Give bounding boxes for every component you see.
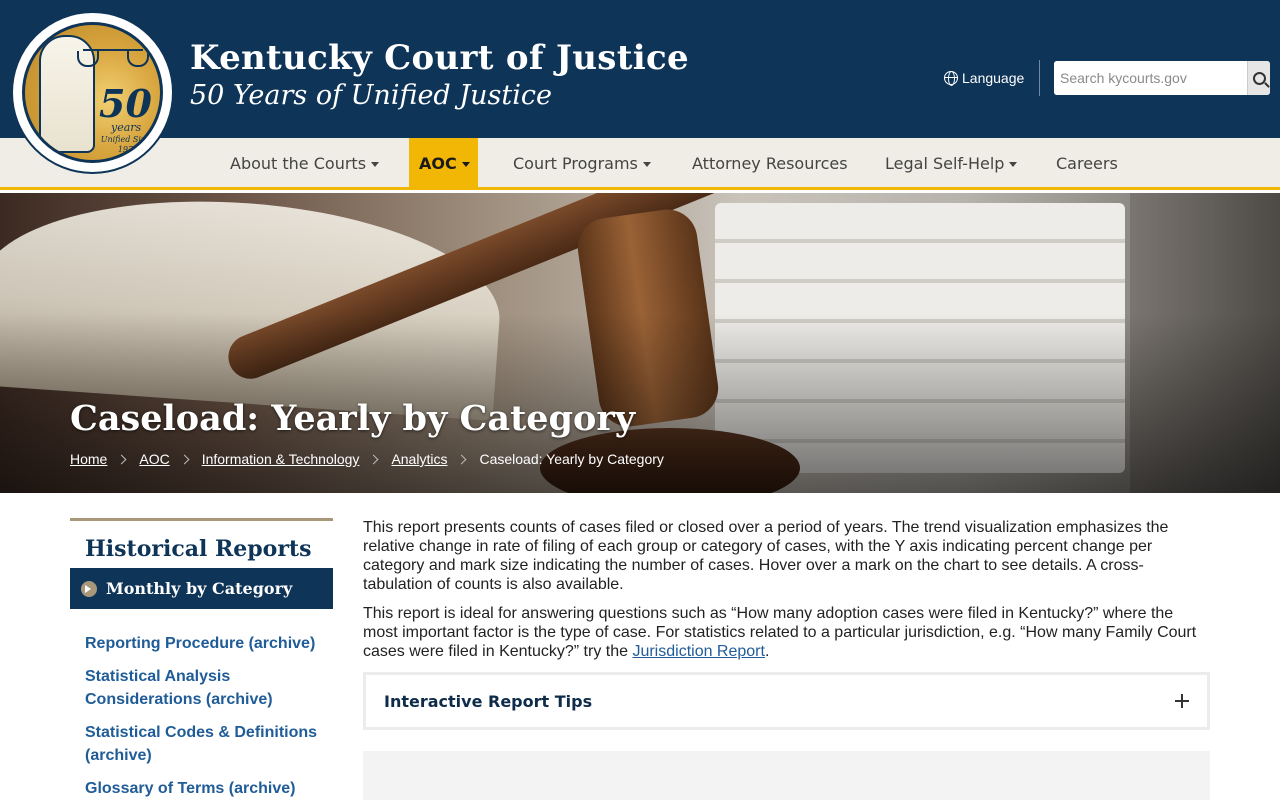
breadcrumb-information-technology[interactable]: Information & Technology	[202, 451, 360, 467]
search-button[interactable]	[1247, 61, 1270, 95]
chevron-right-icon	[116, 454, 127, 464]
caret-down-icon	[371, 162, 380, 167]
sidebar-link-statistical-codes[interactable]: Statistical Codes & Definitions (archive…	[70, 721, 320, 767]
sidebar-rule	[70, 518, 333, 521]
sidebar-item-monthly-by-category[interactable]: Monthly by Category	[70, 568, 333, 609]
jurisdiction-report-link[interactable]: Jurisdiction Report	[632, 643, 765, 660]
sidebar-heading: Historical Reports	[85, 536, 312, 562]
caret-down-icon	[642, 162, 651, 167]
main-nav: About the Courts AOC Court Programs Atto…	[0, 138, 1280, 190]
nav-court-programs[interactable]: Court Programs	[503, 138, 661, 190]
sidebar-link-glossary[interactable]: Glossary of Terms (archive)	[70, 777, 333, 800]
sidebar-item-label: Monthly by Category	[106, 579, 293, 598]
accordion-title: Interactive Report Tips	[384, 691, 593, 711]
sidebar: Historical Reports Monthly by Category R…	[70, 518, 333, 800]
site-header: Kentucky Court of Justice 50 Years of Un…	[0, 0, 1280, 138]
chevron-right-icon	[179, 454, 190, 464]
caret-down-icon	[461, 162, 470, 167]
breadcrumb: Home AOC Information & Technology Analyt…	[70, 451, 664, 467]
search-input[interactable]	[1054, 61, 1247, 95]
nav-legal-self-help[interactable]: Legal Self-Help	[875, 138, 1027, 190]
breadcrumb-analytics[interactable]: Analytics	[391, 451, 447, 467]
site-subtitle: 50 Years of Unified Justice	[190, 80, 552, 111]
page-title: Caseload: Yearly by Category	[70, 398, 636, 439]
report-embed-frame	[363, 751, 1210, 800]
usage-paragraph: This report is ideal for answering quest…	[363, 605, 1197, 660]
hero-overlay	[0, 193, 1280, 493]
main-content: This report presents counts of cases fil…	[363, 518, 1210, 671]
breadcrumb-aoc[interactable]: AOC	[139, 451, 169, 467]
globe-icon	[944, 71, 958, 86]
nav-aoc[interactable]: AOC	[409, 138, 478, 190]
site-title[interactable]: Kentucky Court of Justice	[190, 38, 689, 78]
caret-down-icon	[1009, 162, 1018, 167]
chevron-right-icon	[368, 454, 379, 464]
breadcrumb-current: Caseload: Yearly by Category	[479, 451, 664, 467]
nav-about-the-courts[interactable]: About the Courts	[220, 138, 389, 190]
sidebar-link-reporting-procedure[interactable]: Reporting Procedure (archive)	[70, 632, 333, 655]
interactive-report-tips-accordion[interactable]: Interactive Report Tips	[363, 672, 1210, 730]
hero-banner	[0, 193, 1280, 493]
intro-paragraph: This report presents counts of cases fil…	[363, 519, 1169, 593]
seal-since: Unified Since 1976	[100, 135, 156, 154]
seal-years: years	[111, 121, 142, 134]
seal-emblem: 50 years Unified Since 1976	[22, 22, 163, 163]
scales-icon	[77, 49, 149, 67]
seal-number: 50	[99, 81, 152, 126]
chevron-right-icon	[457, 454, 467, 464]
search-icon	[1252, 71, 1266, 85]
sidebar-link-statistical-analysis[interactable]: Statistical Analysis Considerations (arc…	[70, 665, 290, 711]
chevron-circle-right-icon	[81, 580, 97, 597]
nav-careers[interactable]: Careers	[1046, 138, 1128, 190]
language-label: Language	[962, 70, 1025, 86]
nav-attorney-resources[interactable]: Attorney Resources	[682, 138, 858, 190]
search-form	[1054, 61, 1270, 95]
breadcrumb-home[interactable]: Home	[70, 451, 107, 467]
plus-icon[interactable]	[1175, 694, 1189, 708]
court-seal-logo[interactable]: 50 years Unified Since 1976	[11, 11, 174, 174]
language-selector[interactable]: Language	[944, 68, 1024, 88]
header-divider	[1039, 60, 1040, 96]
